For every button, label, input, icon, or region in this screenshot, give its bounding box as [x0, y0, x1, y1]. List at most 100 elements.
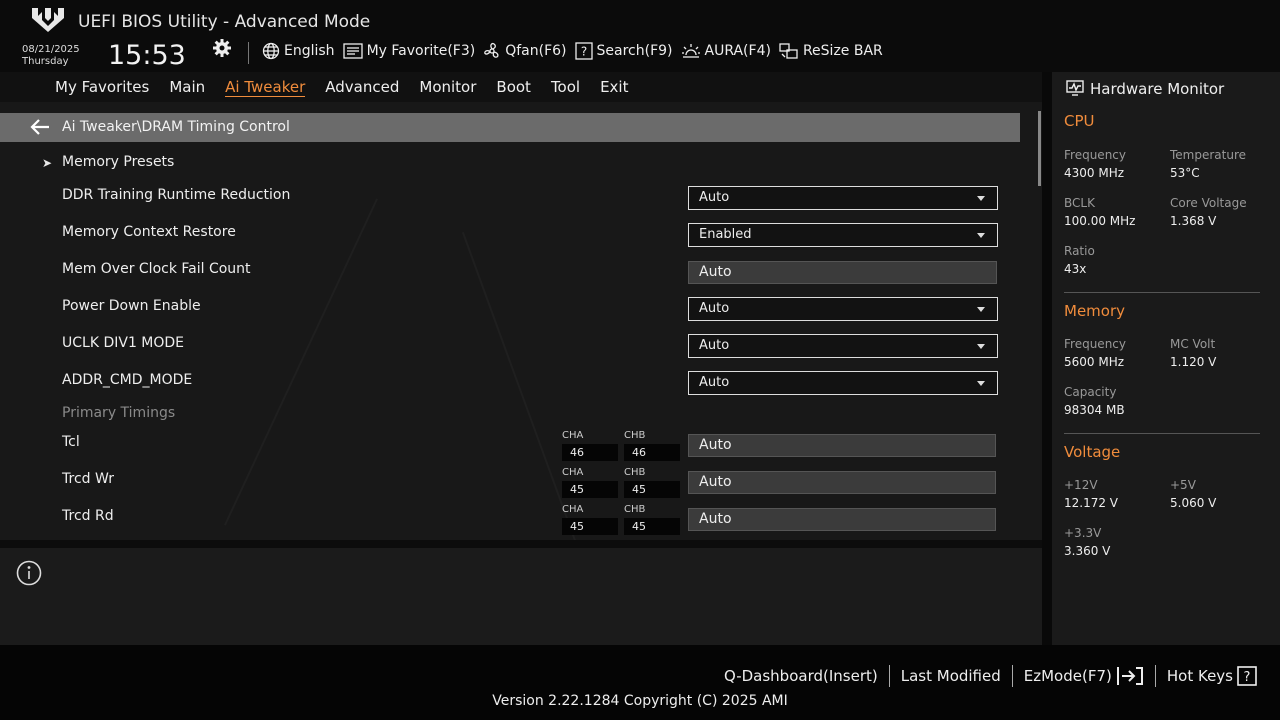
dropdown-arrow-icon — [977, 196, 985, 201]
cha-value: 46 — [562, 444, 618, 461]
search-button[interactable]: ? Search(F9) — [574, 42, 673, 60]
hardware-monitor-panel: Hardware Monitor CPU Frequency 4300 MHz … — [1052, 72, 1280, 645]
group-heading-primary-timings: Primary Timings — [0, 405, 1020, 435]
q-dashboard-label: Q-Dashboard(Insert) — [723, 667, 878, 685]
globe-icon — [262, 42, 280, 60]
dropdown-arrow-icon — [977, 381, 985, 386]
settings-row-uclk-div1-mode: UCLK DIV1 MODE Auto — [0, 334, 1020, 365]
back-arrow-icon[interactable] — [30, 118, 50, 136]
my-favorite-button[interactable]: My Favorite(F3) — [342, 43, 475, 59]
section-divider — [1064, 433, 1260, 434]
core-voltage-value: 1.368 V — [1170, 214, 1217, 228]
input-value: Auto — [699, 437, 732, 453]
tcl-input[interactable]: Auto — [688, 434, 996, 457]
monitor-icon — [1066, 80, 1084, 96]
cha-readout: CHA 46 — [562, 430, 618, 462]
chb-label: CHB — [624, 430, 646, 441]
info-icon — [16, 560, 42, 586]
tab-exit[interactable]: Exit — [600, 78, 628, 97]
cha-label: CHA — [562, 467, 584, 478]
voltage-section-title: Voltage — [1064, 443, 1121, 461]
app-title: UEFI BIOS Utility - Advanced Mode — [78, 12, 371, 32]
ratio-label: Ratio — [1064, 244, 1095, 258]
settings-row-power-down-enable: Power Down Enable Auto — [0, 297, 1020, 328]
header-divider — [248, 42, 249, 64]
trcd-wr-input[interactable]: Auto — [688, 471, 996, 494]
mc-volt-value: 1.120 V — [1170, 355, 1217, 369]
cha-value: 45 — [562, 518, 618, 535]
memory-frequency-value: 5600 MHz — [1064, 355, 1125, 369]
settings-row-memory-presets[interactable]: ➤ Memory Presets — [0, 154, 1020, 184]
input-value: Auto — [699, 511, 732, 527]
search-icon: ? — [574, 42, 593, 60]
scrollbar[interactable] — [1038, 111, 1041, 186]
dropdown-arrow-icon — [977, 344, 985, 349]
tab-advanced[interactable]: Advanced — [325, 78, 399, 97]
capacity-value: 98304 MB — [1064, 403, 1125, 417]
version-info: Version 2.22.1284 Copyright (C) 2025 AMI — [492, 693, 788, 709]
date-text: 08/21/2025 — [22, 44, 80, 55]
help-panel — [0, 548, 1042, 645]
favorite-icon — [342, 43, 363, 59]
cha-label: CHA — [562, 430, 584, 441]
addr-cmd-mode-select[interactable]: Auto — [688, 371, 998, 395]
setting-label: Trcd Rd — [62, 508, 114, 524]
language-label: English — [284, 43, 335, 59]
setting-label: Power Down Enable — [62, 298, 201, 314]
settings-row-trcd-rd: Trcd Rd CHA 45 CHB 45 Auto — [0, 504, 1020, 538]
tab-boot[interactable]: Boot — [496, 78, 531, 97]
input-value: Auto — [699, 264, 732, 280]
hot-keys-label: Hot Keys — [1166, 667, 1233, 685]
select-value: Auto — [699, 338, 730, 353]
last-modified-button[interactable]: Last Modified — [890, 667, 1012, 685]
qfan-button[interactable]: Qfan(F6) — [483, 42, 567, 60]
select-value: Auto — [699, 375, 730, 390]
trcd-rd-input[interactable]: Auto — [688, 508, 996, 531]
day-text: Thursday — [22, 56, 69, 67]
exit-arrow-icon — [1116, 667, 1143, 685]
tab-my-favorites[interactable]: My Favorites — [55, 78, 149, 97]
tab-monitor[interactable]: Monitor — [419, 78, 476, 97]
v12-value: 12.172 V — [1064, 496, 1119, 510]
hot-keys-button[interactable]: Hot Keys ? — [1156, 666, 1268, 686]
cpu-temperature-label: Temperature — [1170, 148, 1247, 162]
qfan-label: Qfan(F6) — [505, 43, 567, 59]
settings-row-tcl: Tcl CHA 46 CHB 46 Auto — [0, 430, 1020, 464]
group-label: Primary Timings — [62, 405, 176, 421]
tab-main[interactable]: Main — [169, 78, 205, 97]
aura-button[interactable]: AURA(F4) — [681, 42, 771, 60]
ezmode-button[interactable]: EzMode(F7) — [1013, 666, 1155, 686]
tab-tool[interactable]: Tool — [551, 78, 580, 97]
setting-label: Mem Over Clock Fail Count — [62, 261, 251, 277]
setting-label: Memory Context Restore — [62, 224, 236, 240]
clock: 15:53 — [108, 40, 186, 71]
mem-oc-fail-count-input[interactable]: Auto — [688, 261, 997, 284]
settings-row-mem-oc-fail-count: Mem Over Clock Fail Count Auto — [0, 261, 1020, 291]
breadcrumb: Ai Tweaker\DRAM Timing Control — [0, 113, 1020, 142]
cpu-frequency-value: 4300 MHz — [1064, 166, 1125, 180]
cpu-temperature-value: 53°C — [1170, 166, 1200, 180]
resize-bar-button[interactable]: ReSize BAR — [779, 42, 883, 60]
settings-row-addr-cmd-mode: ADDR_CMD_MODE Auto — [0, 371, 1020, 402]
v5-value: 5.060 V — [1170, 496, 1217, 510]
select-value: Auto — [699, 301, 730, 316]
ddr-training-select[interactable]: Auto — [688, 186, 998, 210]
v5-label: +5V — [1170, 478, 1196, 492]
setting-label: Tcl — [62, 434, 80, 450]
uclk-div1-mode-select[interactable]: Auto — [688, 334, 998, 358]
submenu-arrow-icon: ➤ — [42, 156, 53, 170]
cpu-section-title: CPU — [1064, 112, 1095, 130]
cha-readout: CHA 45 — [562, 467, 618, 499]
panel-divider — [1042, 72, 1052, 645]
top-bar: UEFI BIOS Utility - Advanced Mode 08/21/… — [0, 0, 1280, 72]
select-value: Enabled — [699, 227, 752, 242]
chb-value: 45 — [624, 518, 680, 535]
gear-icon[interactable] — [212, 38, 232, 58]
tab-ai-tweaker[interactable]: Ai Tweaker — [225, 78, 306, 97]
fan-icon — [484, 42, 499, 58]
memory-context-restore-select[interactable]: Enabled — [688, 223, 998, 247]
power-down-enable-select[interactable]: Auto — [688, 297, 998, 321]
select-value: Auto — [699, 190, 730, 205]
q-dashboard-button[interactable]: Q-Dashboard(Insert) — [713, 667, 889, 685]
language-button[interactable]: English — [262, 42, 335, 60]
